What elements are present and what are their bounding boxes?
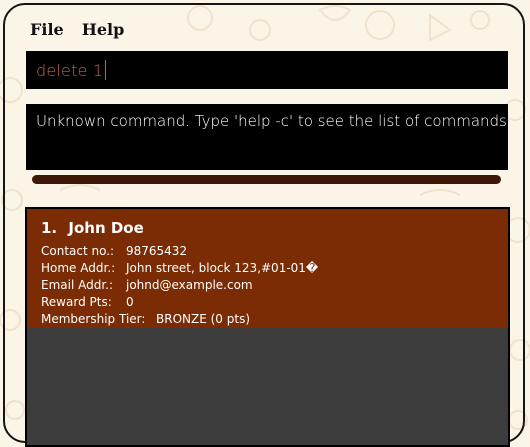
contact-value: 98765432	[126, 244, 188, 258]
text-caret	[105, 60, 107, 80]
customer-index: 1.	[41, 219, 58, 237]
address-value: John street, block 123,#01-01�	[126, 261, 319, 275]
address-label: Home Addr.:	[41, 261, 116, 275]
email-row: Email Addr.: johnd@example.com	[41, 277, 508, 294]
panel-splitter[interactable]	[32, 175, 501, 184]
menu-file[interactable]: File	[30, 20, 64, 40]
address-row: Home Addr.: John street, block 123,#01-0…	[41, 260, 508, 277]
email-value: johnd@example.com	[126, 278, 253, 292]
menu-bar: File Help	[30, 20, 124, 40]
reward-value: 0	[126, 295, 134, 309]
contact-label: Contact no.:	[41, 244, 115, 258]
email-label: Email Addr.:	[41, 278, 114, 292]
customer-name-row: 1. John Doe	[41, 219, 508, 237]
result-message: Unknown command. Type 'help -c' to see t…	[36, 112, 512, 130]
customer-list-panel[interactable]: 1. John Doe Contact no.: 98765432 Home A…	[25, 207, 510, 447]
reward-row: Reward Pts: 0	[41, 294, 508, 311]
result-display[interactable]: Unknown command. Type 'help -c' to see t…	[26, 104, 512, 170]
reward-label: Reward Pts:	[41, 295, 112, 309]
tier-label: Membership Tier:	[41, 312, 146, 326]
tier-value: BRONZE (0 pts)	[156, 312, 250, 326]
menu-help[interactable]: Help	[82, 20, 125, 40]
customer-name: John Doe	[68, 219, 144, 237]
command-input-text[interactable]: delete 1	[36, 61, 103, 80]
tier-row: Membership Tier: BRONZE (0 pts)	[41, 311, 508, 328]
command-box[interactable]: delete 1	[26, 51, 508, 89]
contact-row: Contact no.: 98765432	[41, 243, 508, 260]
customer-card[interactable]: 1. John Doe Contact no.: 98765432 Home A…	[27, 209, 508, 328]
